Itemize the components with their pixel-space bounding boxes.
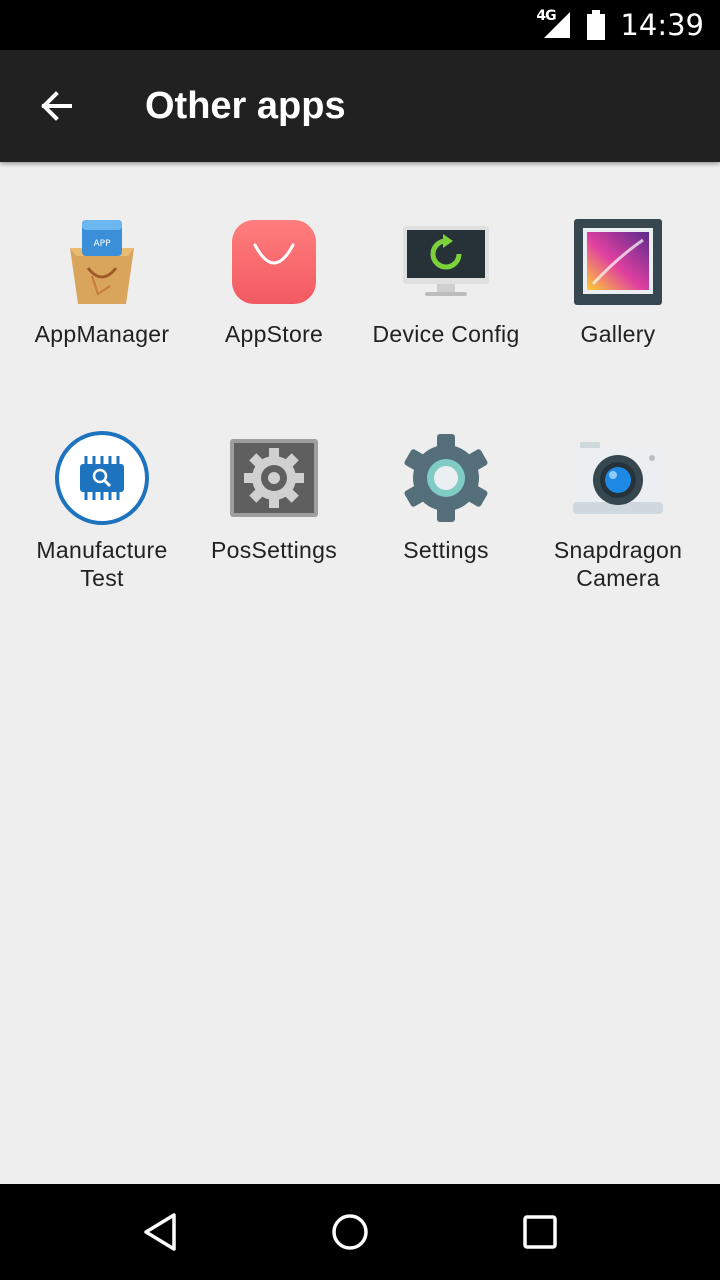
app-possettings[interactable]: PosSettings <box>188 430 360 564</box>
app-label: AppManager <box>34 321 170 347</box>
signal-icon <box>544 12 571 38</box>
page-title: Other apps <box>145 85 346 127</box>
camera-icon <box>573 442 663 514</box>
app-appstore[interactable]: AppStore <box>188 214 360 348</box>
device-config-icon <box>403 226 489 296</box>
manufacture-test-icon <box>55 431 149 525</box>
app-bar: Other apps <box>0 50 720 162</box>
svg-text:APP: APP <box>93 239 111 249</box>
app-store-icon <box>232 220 316 304</box>
nav-recents-button[interactable] <box>508 1206 572 1258</box>
app-label: Manufacture Test <box>36 537 168 591</box>
nav-back-button[interactable] <box>128 1206 192 1258</box>
pos-settings-icon <box>230 439 318 517</box>
app-label: Settings <box>403 537 489 563</box>
gallery-icon <box>574 219 662 305</box>
app-device-config[interactable]: Device Config <box>360 214 532 348</box>
app-label: Snapdragon Camera <box>553 537 683 591</box>
app-label: AppStore <box>224 321 324 347</box>
app-gallery[interactable]: Gallery <box>532 214 704 348</box>
app-settings[interactable]: Settings <box>360 430 532 564</box>
app-appmanager[interactable]: APP AppManager <box>16 214 188 348</box>
back-button[interactable] <box>24 74 88 138</box>
circle-home-icon <box>332 1214 368 1250</box>
battery-icon <box>587 10 606 40</box>
square-recents-icon <box>523 1215 557 1249</box>
status-bar: 4G 14:39 <box>0 0 720 50</box>
app-manufacture-test[interactable]: Manufacture Test <box>16 430 188 592</box>
arrow-back-icon <box>41 91 72 121</box>
app-label: Device Config <box>372 321 520 347</box>
clock: 14:39 <box>620 8 704 42</box>
navigation-bar <box>0 1184 720 1280</box>
app-label: PosSettings <box>210 537 338 563</box>
app-snapdragon-camera[interactable]: Snapdragon Camera <box>532 430 704 592</box>
triangle-back-icon <box>144 1213 176 1251</box>
app-label: Gallery <box>580 321 656 347</box>
signal-indicator: 4G <box>536 8 572 40</box>
settings-icon <box>404 434 488 522</box>
app-manager-icon: APP <box>70 220 134 304</box>
nav-home-button[interactable] <box>318 1206 382 1258</box>
